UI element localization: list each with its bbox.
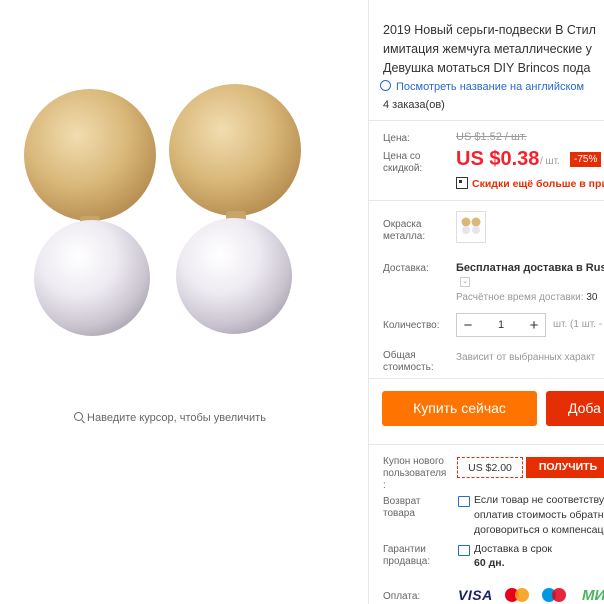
guarantee-text: Доставка в срок <box>474 543 553 555</box>
mastercard-logo <box>503 587 533 604</box>
buy-now-button[interactable]: Купить сейчас <box>382 391 537 426</box>
get-coupon-button[interactable]: ПОЛУЧИТЬ <box>526 457 604 478</box>
quantity-input[interactable]: 1 <box>479 319 523 331</box>
quantity-note: шт. (1 шт. - <box>553 319 603 330</box>
increase-qty-button[interactable]: + <box>523 317 545 334</box>
return-policy-text: Если товар не соответству оплатив стоимо… <box>474 494 604 536</box>
total-label: Общая стоимость: <box>383 350 434 373</box>
variant-thumbnail <box>461 217 481 234</box>
translate-title-link[interactable]: Посмотреть название на английском <box>380 80 584 93</box>
shipping-dropdown[interactable]: ⌄ <box>460 277 470 287</box>
mir-logo: МИ <box>582 587 604 604</box>
price-label: Цена: <box>383 133 410 144</box>
orders-count: 4 заказа(ов) <box>383 99 445 111</box>
old-price: US $1.52 / шт. <box>456 131 527 143</box>
divider <box>368 120 604 121</box>
globe-icon <box>380 80 391 91</box>
return-policy-icon <box>458 496 470 507</box>
shipping-value: Бесплатная доставка в Russ <box>456 262 604 274</box>
divider <box>368 378 604 379</box>
visa-logo: VISA <box>458 587 493 603</box>
product-title: 2019 Новый серьги-подвески В Стил имитац… <box>383 23 596 75</box>
coupon-label: Купон нового пользователя : <box>383 456 447 491</box>
magnifier-icon <box>74 412 84 421</box>
return-label: Возврат товара <box>383 496 421 519</box>
zoom-hint: Наведите курсор, чтобы увеличить <box>0 412 340 424</box>
discount-price: US $0.38 <box>456 148 540 170</box>
discount-price-label: Цена со скидкой: <box>383 151 423 174</box>
color-label: Окраска металла: <box>383 219 426 242</box>
discount-badge: -75% <box>570 152 602 167</box>
chevron-down-icon: ⌄ <box>462 278 468 285</box>
total-value: Зависит от выбранных характ <box>456 352 596 363</box>
product-info: 2019 Новый серьги-подвески В Стил имитац… <box>368 0 604 604</box>
payment-label: Оплата: <box>383 591 421 602</box>
divider <box>368 444 604 445</box>
qr-code-icon <box>456 177 468 189</box>
quantity-stepper: − 1 + <box>456 313 546 337</box>
delivery-estimate: Расчётное время доставки: 30 <box>456 292 598 303</box>
product-gallery: Наведите курсор, чтобы увеличить <box>0 0 368 604</box>
coupon-amount: US $2.00 <box>457 457 523 478</box>
add-to-cart-button[interactable]: Доба <box>546 391 604 426</box>
maestro-logo <box>540 587 570 604</box>
per-unit: / шт. <box>540 156 560 167</box>
guarantee-days: 60 дн. <box>474 557 505 569</box>
decrease-qty-button[interactable]: − <box>457 317 479 334</box>
product-image[interactable] <box>20 60 320 350</box>
guarantee-label: Гарантии продавца: <box>383 544 431 567</box>
divider <box>368 200 604 201</box>
delivery-truck-icon <box>458 545 470 556</box>
quantity-label: Количество: <box>383 320 440 331</box>
app-promo-link[interactable]: Скидки ещё больше в при <box>456 177 604 190</box>
shipping-label: Доставка: <box>383 263 429 274</box>
color-variant-swatch[interactable] <box>456 211 486 243</box>
